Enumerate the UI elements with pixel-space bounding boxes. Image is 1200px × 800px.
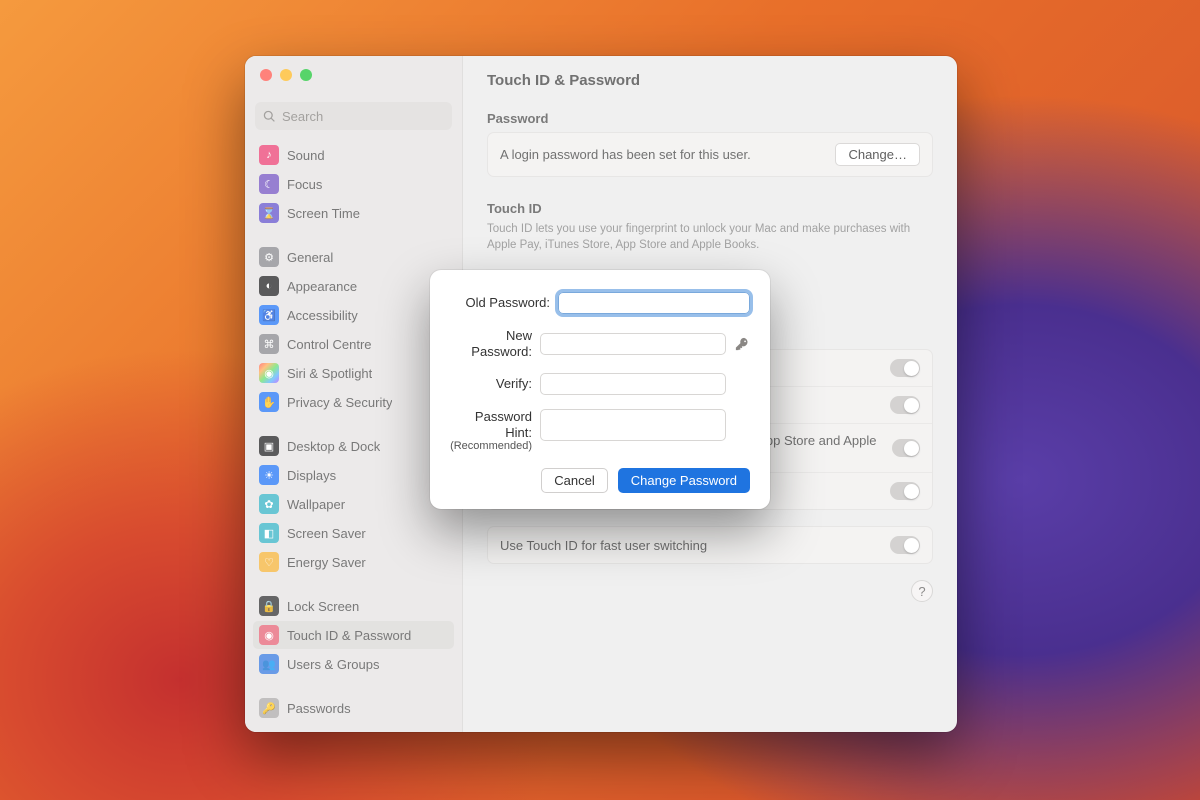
displays-icon: ☀ [259, 465, 279, 485]
window-controls [245, 56, 462, 96]
sidebar-item-label: Screen Saver [287, 526, 366, 541]
switch[interactable] [892, 439, 920, 457]
new-password-input[interactable] [540, 333, 726, 355]
sidebar-item-label: Accessibility [287, 308, 358, 323]
new-password-label: New Password: [450, 328, 532, 359]
key-hint-icon[interactable] [734, 337, 750, 351]
page-title: Touch ID & Password [487, 72, 933, 89]
touch-id-icon: ◉ [259, 625, 279, 645]
password-status-text: A login password has been set for this u… [500, 147, 751, 162]
sidebar-item-label: Touch ID & Password [287, 628, 411, 643]
sidebar-item-appearance[interactable]: ◐ Appearance [253, 272, 454, 300]
sidebar-item-users-groups[interactable]: 👥 Users & Groups [253, 650, 454, 678]
old-password-label: Old Password: [450, 295, 550, 311]
siri-icon: ◉ [259, 363, 279, 383]
touchid-section-header: Touch ID [487, 201, 933, 216]
sidebar-item-wallpaper[interactable]: ✿ Wallpaper [253, 490, 454, 518]
sidebar-item-label: Desktop & Dock [287, 439, 380, 454]
lock-icon: 🔒 [259, 596, 279, 616]
sidebar-item-label: Displays [287, 468, 336, 483]
focus-icon: ☾ [259, 174, 279, 194]
help-button[interactable]: ? [911, 580, 933, 602]
change-password-confirm-button[interactable]: Change Password [618, 468, 750, 493]
sidebar-item-displays[interactable]: ☀ Displays [253, 461, 454, 489]
privacy-icon: ✋ [259, 392, 279, 412]
sidebar-item-privacy[interactable]: ✋ Privacy & Security [253, 388, 454, 416]
switch[interactable] [890, 359, 920, 377]
toggle-label: Use Touch ID for fast user switching [500, 538, 707, 553]
change-password-dialog: Old Password: New Password: Verify: Pass… [430, 270, 770, 509]
password-card: A login password has been set for this u… [487, 132, 933, 177]
sidebar-item-label: Lock Screen [287, 599, 359, 614]
sidebar-item-label: Focus [287, 177, 322, 192]
zoom-window-icon[interactable] [300, 69, 312, 81]
switch[interactable] [890, 396, 920, 414]
sidebar-item-sound[interactable]: ♪ Sound [253, 141, 454, 169]
sidebar-item-lock-screen[interactable]: 🔒 Lock Screen [253, 592, 454, 620]
search-input[interactable]: Search [255, 102, 452, 130]
sidebar-item-label: Wallpaper [287, 497, 345, 512]
passwords-icon: 🔑 [259, 698, 279, 718]
sidebar-item-label: Sound [287, 148, 325, 163]
toggle-fast-switching: Use Touch ID for fast user switching [488, 527, 932, 563]
toggle-list-2: Use Touch ID for fast user switching [487, 526, 933, 564]
switch[interactable] [890, 482, 920, 500]
verify-label: Verify: [450, 376, 532, 392]
hint-label: Password Hint: (Recommended) [450, 409, 532, 453]
sidebar-item-label: Privacy & Security [287, 395, 392, 410]
verify-password-input[interactable] [540, 373, 726, 395]
screen-saver-icon: ◧ [259, 523, 279, 543]
sidebar-item-siri[interactable]: ◉ Siri & Spotlight [253, 359, 454, 387]
appearance-icon: ◐ [259, 276, 279, 296]
close-window-icon[interactable] [260, 69, 272, 81]
touchid-description: Touch ID lets you use your fingerprint t… [487, 222, 933, 253]
password-hint-input[interactable] [540, 409, 726, 441]
general-icon: ⚙ [259, 247, 279, 267]
sidebar-item-focus[interactable]: ☾ Focus [253, 170, 454, 198]
minimize-window-icon[interactable] [280, 69, 292, 81]
switch[interactable] [890, 536, 920, 554]
sidebar-item-desktop-dock[interactable]: ▣ Desktop & Dock [253, 432, 454, 460]
search-placeholder: Search [282, 109, 323, 124]
sidebar-item-touch-id[interactable]: ◉ Touch ID & Password [253, 621, 454, 649]
sidebar-item-label: Screen Time [287, 206, 360, 221]
search-icon [263, 110, 276, 123]
change-password-button[interactable]: Change… [835, 143, 920, 166]
sidebar-item-passwords[interactable]: 🔑 Passwords [253, 694, 454, 722]
cancel-button[interactable]: Cancel [541, 468, 607, 493]
sidebar-item-label: Control Centre [287, 337, 372, 352]
old-password-input[interactable] [558, 292, 750, 314]
accessibility-icon: ♿ [259, 305, 279, 325]
screen-time-icon: ⌛ [259, 203, 279, 223]
sidebar-item-general[interactable]: ⚙ General [253, 243, 454, 271]
sidebar-item-accessibility[interactable]: ♿ Accessibility [253, 301, 454, 329]
sidebar-item-label: Siri & Spotlight [287, 366, 372, 381]
sidebar-item-screen-saver[interactable]: ◧ Screen Saver [253, 519, 454, 547]
sidebar-item-label: Appearance [287, 279, 357, 294]
sidebar-item-label: General [287, 250, 333, 265]
sidebar-item-energy-saver[interactable]: ♡ Energy Saver [253, 548, 454, 576]
sound-icon: ♪ [259, 145, 279, 165]
energy-icon: ♡ [259, 552, 279, 572]
sidebar-item-screen-time[interactable]: ⌛ Screen Time [253, 199, 454, 227]
sidebar-item-label: Users & Groups [287, 657, 379, 672]
password-section-header: Password [487, 111, 933, 126]
sidebar-item-label: Passwords [287, 701, 351, 716]
users-icon: 👥 [259, 654, 279, 674]
sidebar-item-control-centre[interactable]: ⌘ Control Centre [253, 330, 454, 358]
desktop-icon: ▣ [259, 436, 279, 456]
sidebar-item-label: Energy Saver [287, 555, 366, 570]
wallpaper-icon: ✿ [259, 494, 279, 514]
control-centre-icon: ⌘ [259, 334, 279, 354]
